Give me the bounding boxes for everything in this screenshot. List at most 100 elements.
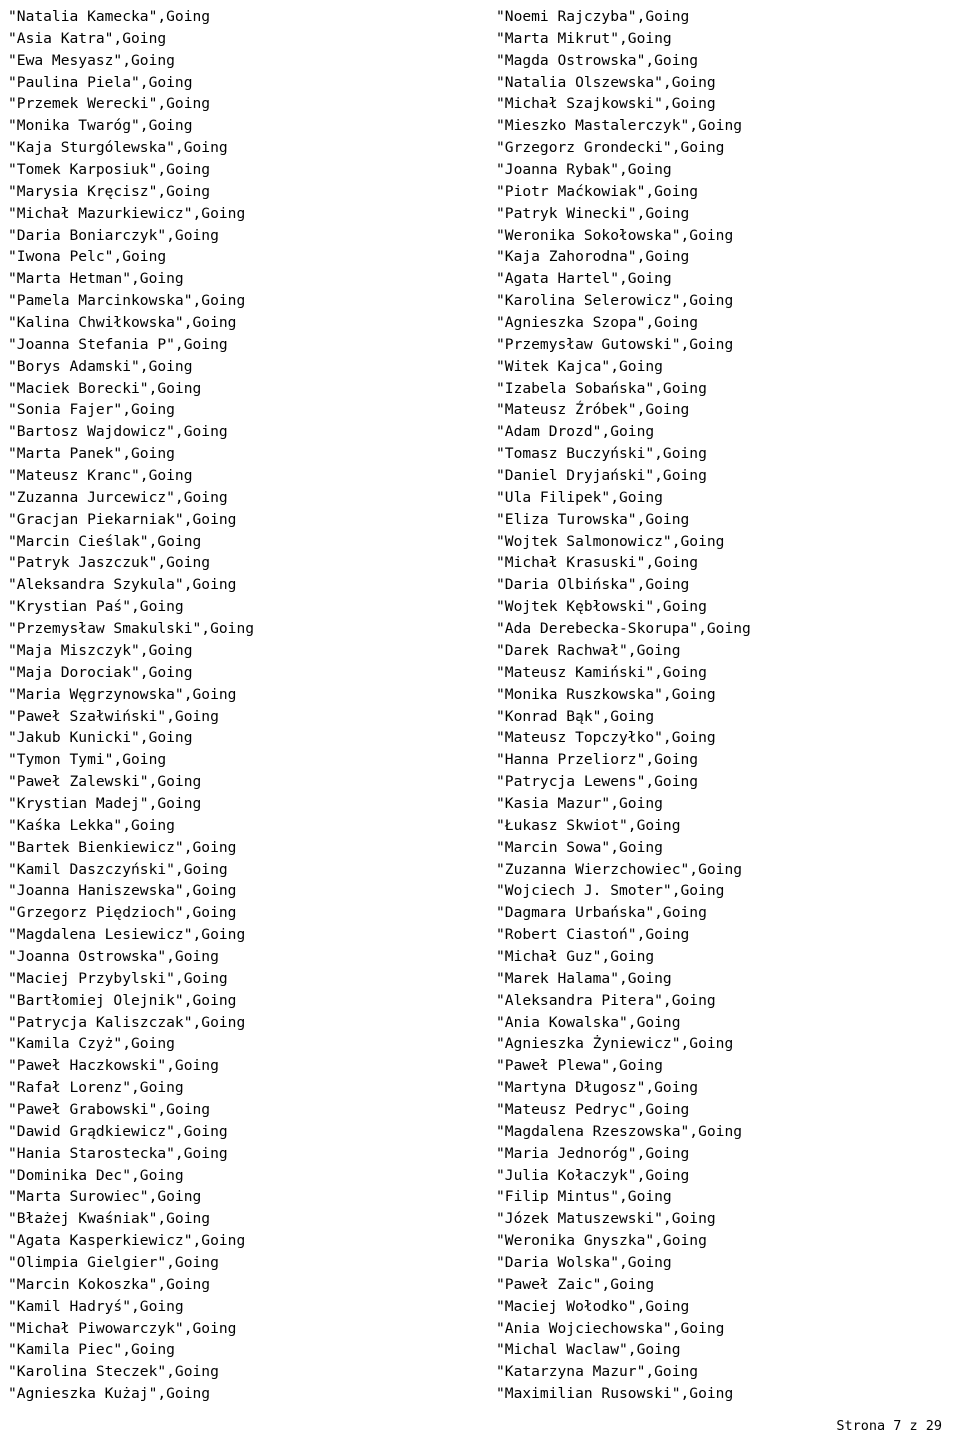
rsvp-entry: "Agnieszka Szopa",Going (496, 314, 699, 332)
rsvp-entry: "Bartosz Wajdowicz",Going (8, 423, 228, 441)
rsvp-entry: "Mateusz Kamiński",Going (496, 663, 707, 681)
rsvp-entry: "Gracjan Piekarniak",Going (8, 510, 237, 528)
rsvp-entry: "Aleksandra Pitera",Going (496, 991, 716, 1009)
rsvp-entry: "Patryk Winecki",Going (496, 204, 690, 222)
rsvp-column-right: "Noemi Rajczyba",Going "Marta Mikrut",Goi… (488, 6, 960, 1405)
rsvp-entry: "Błażej Kwaśniak",Going (8, 1210, 211, 1228)
rsvp-entry: "Przemysław Smakulski",Going (8, 620, 255, 638)
rsvp-entry: "Paweł Grabowski",Going (8, 1100, 211, 1118)
rsvp-entry: "Michał Piwowarczyk",Going (8, 1319, 237, 1337)
rsvp-entry: "Paweł Zalewski",Going (8, 773, 202, 791)
rsvp-entry: "Ania Kowalska",Going (496, 1013, 681, 1031)
rsvp-entry: "Wojtek Kębłowski",Going (496, 598, 707, 616)
rsvp-entry: "Paulina Piela",Going (8, 73, 193, 91)
page: "Natalia Kamecka",Going "Asia Katra",Goin… (0, 0, 960, 1449)
rsvp-entry: "Michal Waclaw",Going (496, 1341, 681, 1359)
rsvp-entry: "Iwona Pelc",Going (8, 248, 167, 266)
rsvp-entry: "Kamila Piec",Going (8, 1341, 175, 1359)
rsvp-entry: "Kaśka Lekka",Going (8, 816, 175, 834)
rsvp-entry: "Noemi Rajczyba",Going (496, 8, 690, 25)
rsvp-entry: "Piotr Maćkowiak",Going (496, 182, 699, 200)
rsvp-entry: "Kaja Zahorodna",Going (496, 248, 690, 266)
rsvp-entry: "Michał Szajkowski",Going (496, 95, 716, 113)
rsvp-entry: "Magdalena Rzeszowska",Going (496, 1122, 743, 1140)
rsvp-entry: "Krystian Paś",Going (8, 598, 184, 616)
rsvp-entry: "Magdalena Lesiewicz",Going (8, 926, 246, 944)
rsvp-entry: "Mieszko Mastalerczyk",Going (496, 117, 743, 135)
rsvp-entry: "Agnieszka Kużaj",Going (8, 1385, 211, 1403)
rsvp-entry: "Hanna Przeliorz",Going (496, 751, 699, 769)
rsvp-entry: "Wojtek Salmonowicz",Going (496, 532, 725, 550)
rsvp-entry: "Jakub Kunicki",Going (8, 729, 193, 747)
rsvp-entry: "Joanna Stefania P",Going (8, 335, 228, 353)
rsvp-entry: "Józek Matuszewski",Going (496, 1210, 716, 1228)
rsvp-entry: "Filip Mintus",Going (496, 1188, 672, 1206)
rsvp-entry: "Eliza Turowska",Going (496, 510, 690, 528)
rsvp-entry: "Aleksandra Szykula",Going (8, 576, 237, 594)
rsvp-entry: "Marta Hetman",Going (8, 270, 184, 288)
rsvp-entry: "Mateusz Topczyłko",Going (496, 729, 716, 747)
rsvp-entry: "Agata Hartel",Going (496, 270, 672, 288)
rsvp-column-left: "Natalia Kamecka",Going "Asia Katra",Goin… (8, 6, 488, 1405)
rsvp-entry: "Sonia Fajer",Going (8, 401, 175, 419)
rsvp-entry: "Michał Guz",Going (496, 947, 655, 965)
rsvp-entry: "Julia Kołaczyk",Going (496, 1166, 690, 1184)
rsvp-entry: "Pamela Marcinkowska",Going (8, 292, 246, 310)
rsvp-entry: "Marta Panek",Going (8, 445, 175, 463)
rsvp-entry: "Olimpia Gielgier",Going (8, 1253, 219, 1271)
rsvp-entry: "Darek Rachwał",Going (496, 641, 681, 659)
rsvp-entry: "Monika Ruszkowska",Going (496, 685, 716, 703)
rsvp-entry: "Weronika Gnyszka",Going (496, 1232, 707, 1250)
rsvp-entry: "Marcin Cieślak",Going (8, 532, 202, 550)
rsvp-entry: "Katarzyna Mazur",Going (496, 1363, 699, 1381)
rsvp-entry: "Maja Miszczyk",Going (8, 641, 193, 659)
rsvp-entry: "Maximilian Rusowski",Going (496, 1385, 734, 1403)
rsvp-entry: "Mateusz Źróbek",Going (496, 401, 690, 419)
rsvp-entry: "Grzegorz Piędzioch",Going (8, 904, 237, 922)
rsvp-entry: "Mateusz Pedryc",Going (496, 1100, 690, 1118)
rsvp-entry: "Przemysław Gutowski",Going (496, 335, 734, 353)
rsvp-entry: "Paweł Haczkowski",Going (8, 1057, 219, 1075)
rsvp-entry: "Tymon Tymi",Going (8, 751, 167, 769)
rsvp-entry: "Hania Starostecka",Going (8, 1144, 228, 1162)
rsvp-entry: "Kasia Mazur",Going (496, 794, 663, 812)
rsvp-entry: "Patrycja Lewens",Going (496, 773, 699, 791)
rsvp-entry: "Joanna Ostrowska",Going (8, 947, 219, 965)
rsvp-entry: "Joanna Rybak",Going (496, 161, 672, 179)
rsvp-entry: "Weronika Sokołowska",Going (496, 226, 734, 244)
rsvp-entry: "Krystian Madej",Going (8, 794, 202, 812)
rsvp-entry: "Marcin Kokoszka",Going (8, 1275, 211, 1293)
rsvp-entry: "Daria Olbińska",Going (496, 576, 690, 594)
rsvp-entry: "Wojciech J. Smoter",Going (496, 882, 725, 900)
rsvp-entry: "Natalia Kamecka",Going (8, 8, 211, 25)
rsvp-entry: "Karolina Steczek",Going (8, 1363, 219, 1381)
rsvp-entry: "Tomek Karposiuk",Going (8, 161, 211, 179)
rsvp-entry: "Kalina Chwiłkowska",Going (8, 314, 237, 332)
rsvp-entry: "Agata Kasperkiewicz",Going (8, 1232, 246, 1250)
rsvp-entry: "Karolina Selerowicz",Going (496, 292, 734, 310)
rsvp-entry: "Dominika Dec",Going (8, 1166, 184, 1184)
rsvp-entry: "Michał Mazurkiewicz",Going (8, 204, 246, 222)
rsvp-entry: "Dagmara Urbańska",Going (496, 904, 707, 922)
rsvp-entry: "Patryk Jaszczuk",Going (8, 554, 211, 572)
rsvp-entry: "Michał Krasuski",Going (496, 554, 699, 572)
rsvp-entry: "Marcin Sowa",Going (496, 838, 663, 856)
two-column-list: "Natalia Kamecka",Going "Asia Katra",Goin… (8, 6, 942, 1405)
rsvp-entry: "Ewa Mesyasz",Going (8, 51, 175, 69)
rsvp-entry: "Przemek Werecki",Going (8, 95, 211, 113)
rsvp-entry: "Daniel Dryjański",Going (496, 467, 707, 485)
rsvp-entry: "Borys Adamski",Going (8, 357, 193, 375)
rsvp-entry: "Bartek Bienkiewicz",Going (8, 838, 237, 856)
rsvp-entry: "Maciek Borecki",Going (8, 379, 202, 397)
rsvp-entry: "Rafał Lorenz",Going (8, 1079, 184, 1097)
rsvp-entry: "Asia Katra",Going (8, 29, 167, 47)
rsvp-entry: "Kamila Czyż",Going (8, 1035, 175, 1053)
rsvp-entry: "Paweł Szałwiński",Going (8, 707, 219, 725)
rsvp-entry: "Kamil Daszczyński",Going (8, 860, 228, 878)
rsvp-entry: "Marysia Kręcisz",Going (8, 182, 211, 200)
rsvp-entry: "Maja Dorociak",Going (8, 663, 193, 681)
rsvp-entry: "Monika Twaróg",Going (8, 117, 193, 135)
rsvp-entry: "Paweł Zaic",Going (496, 1275, 655, 1293)
rsvp-entry: "Dawid Grądkiewicz",Going (8, 1122, 228, 1140)
rsvp-entry: "Marta Surowiec",Going (8, 1188, 202, 1206)
